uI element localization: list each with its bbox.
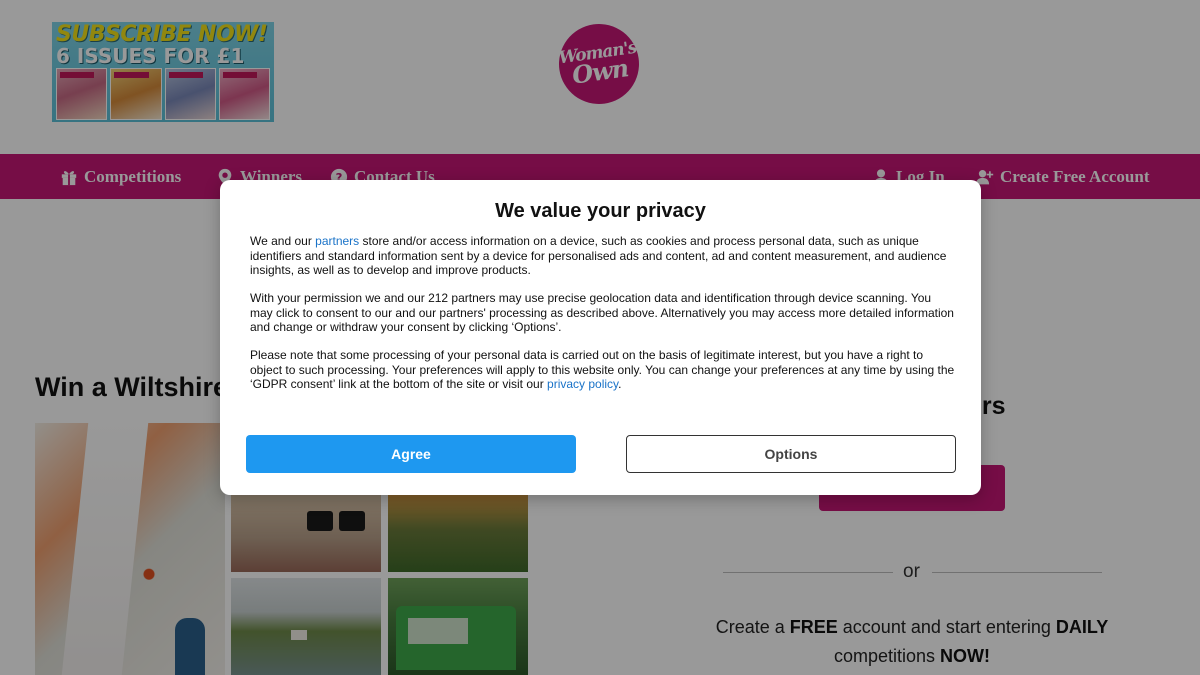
- agree-button[interactable]: Agree: [246, 435, 576, 473]
- consent-paragraph-3: Please note that some processing of your…: [250, 348, 955, 392]
- dialog-title: We value your privacy: [495, 200, 706, 222]
- options-button[interactable]: Options: [626, 435, 956, 473]
- consent-paragraph-1: We and our partners store and/or access …: [250, 234, 955, 278]
- privacy-policy-link[interactable]: privacy policy: [547, 377, 618, 391]
- consent-paragraph-2: With your permission we and our 212 part…: [250, 291, 954, 334]
- privacy-consent-dialog: We value your privacy We and our partner…: [220, 180, 981, 495]
- paragraph-text: .: [618, 377, 622, 391]
- partners-link[interactable]: partners: [315, 234, 359, 248]
- paragraph-text: We and our: [250, 234, 316, 248]
